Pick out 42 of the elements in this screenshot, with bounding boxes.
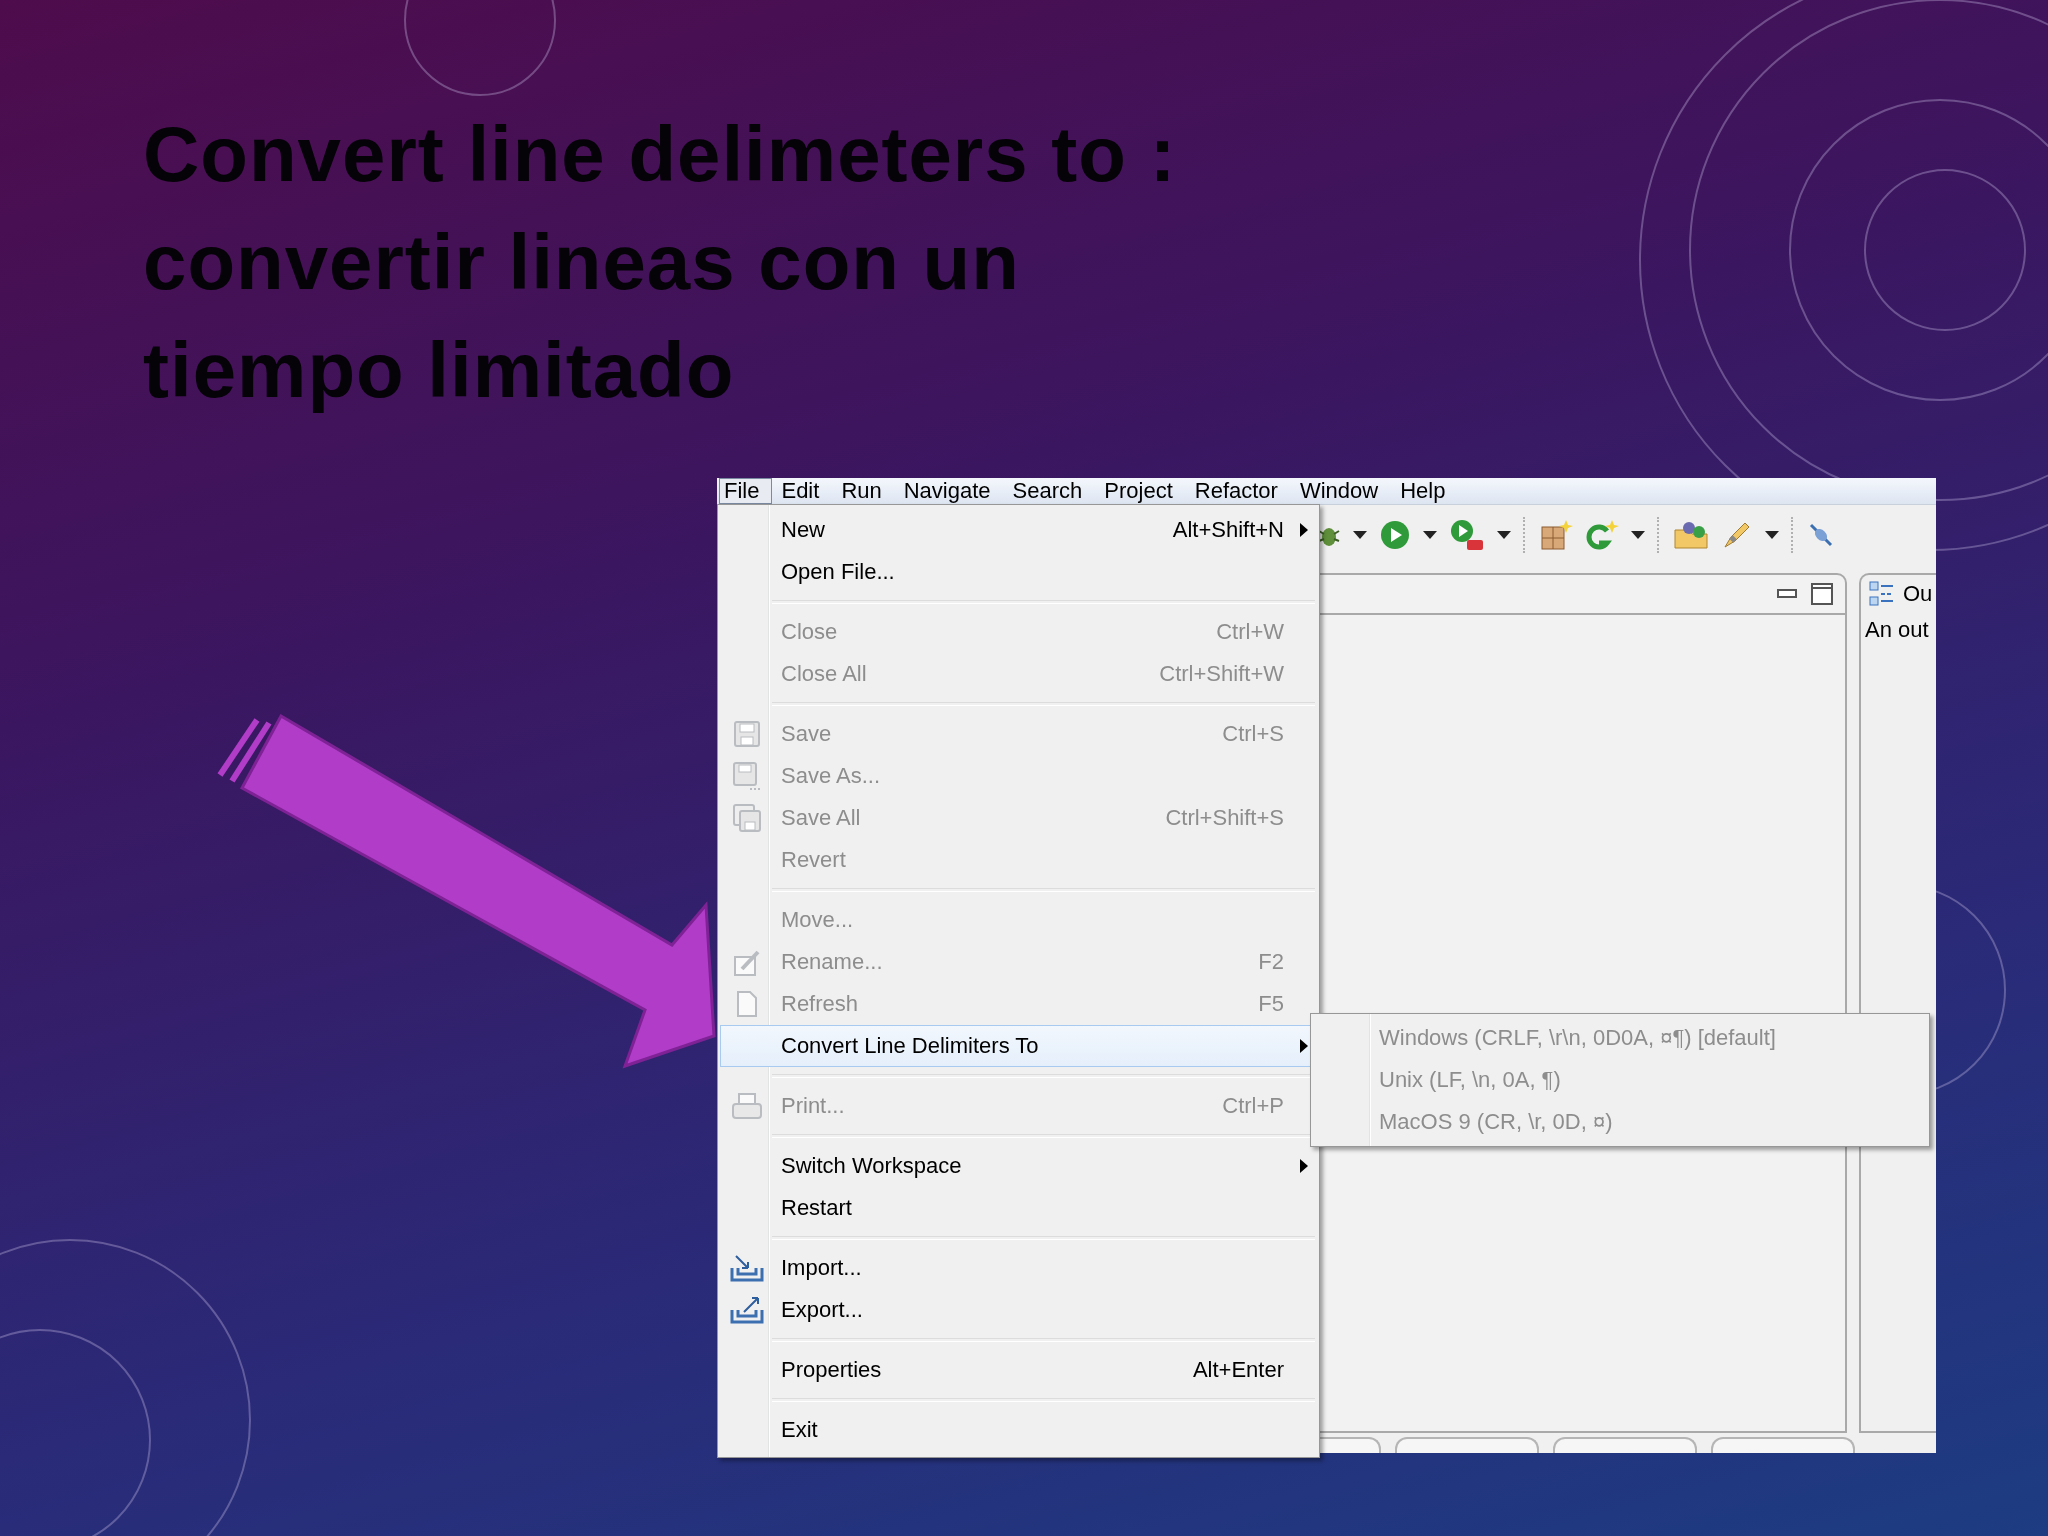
menu-title[interactable]: File [719,478,773,504]
play-icon[interactable] [1379,519,1411,551]
menu-item[interactable]: Switch Workspace [720,1145,1317,1187]
menu-title[interactable]: Project [1099,478,1186,504]
menu-title[interactable]: Navigate [898,478,1004,504]
folder-icon[interactable] [1673,520,1709,550]
grid-sparkle-icon[interactable] [1539,519,1573,551]
slide-title: Convert line delimeters to : [143,109,1177,200]
menu-item[interactable]: New Alt+Shift+N [720,509,1317,551]
dropdown-caret-icon[interactable] [1353,531,1367,539]
menu-item[interactable]: Exit [720,1409,1317,1451]
pin-icon[interactable] [1807,521,1835,549]
refresh-sparkle-icon[interactable] [1585,519,1619,551]
outline-tab-label[interactable]: Ou [1903,581,1933,607]
slide-title: convertir lineas con un [143,217,1020,308]
menu-title[interactable]: Run [836,478,895,504]
dropdown-caret-icon[interactable] [1765,531,1779,539]
page-icon [735,990,759,1018]
slide-title: tiempo limitado [143,325,735,416]
menu-item[interactable]: Import... [720,1247,1317,1289]
menu-item[interactable]: Open File... [720,551,1317,593]
export-icon [730,1296,764,1324]
import-icon [730,1254,764,1282]
dropdown-caret-icon[interactable] [1423,531,1437,539]
menu-item[interactable]: Properties Alt+Enter [720,1349,1317,1391]
play-toolbox-icon[interactable] [1449,518,1485,552]
menu-title[interactable]: Edit [776,478,833,504]
menu-title[interactable]: Refactor [1189,478,1291,504]
dropdown-caret-icon[interactable] [1497,531,1511,539]
dropdown-caret-icon[interactable] [1631,531,1645,539]
outline-message: An out [1864,616,1930,643]
menu-item[interactable]: Restart [720,1187,1317,1229]
printer-icon [731,1092,763,1120]
minimize-icon[interactable] [1777,589,1797,599]
disk-icon [732,761,762,791]
menu-title[interactable]: Help [1395,478,1459,504]
maximize-icon[interactable] [1811,583,1833,605]
outline-icon[interactable] [1869,581,1895,607]
disks-icon [732,803,762,833]
menu-item[interactable]: Export... [720,1289,1317,1331]
menu-title[interactable]: Search [1007,478,1096,504]
menu-title[interactable]: Window [1294,478,1392,504]
